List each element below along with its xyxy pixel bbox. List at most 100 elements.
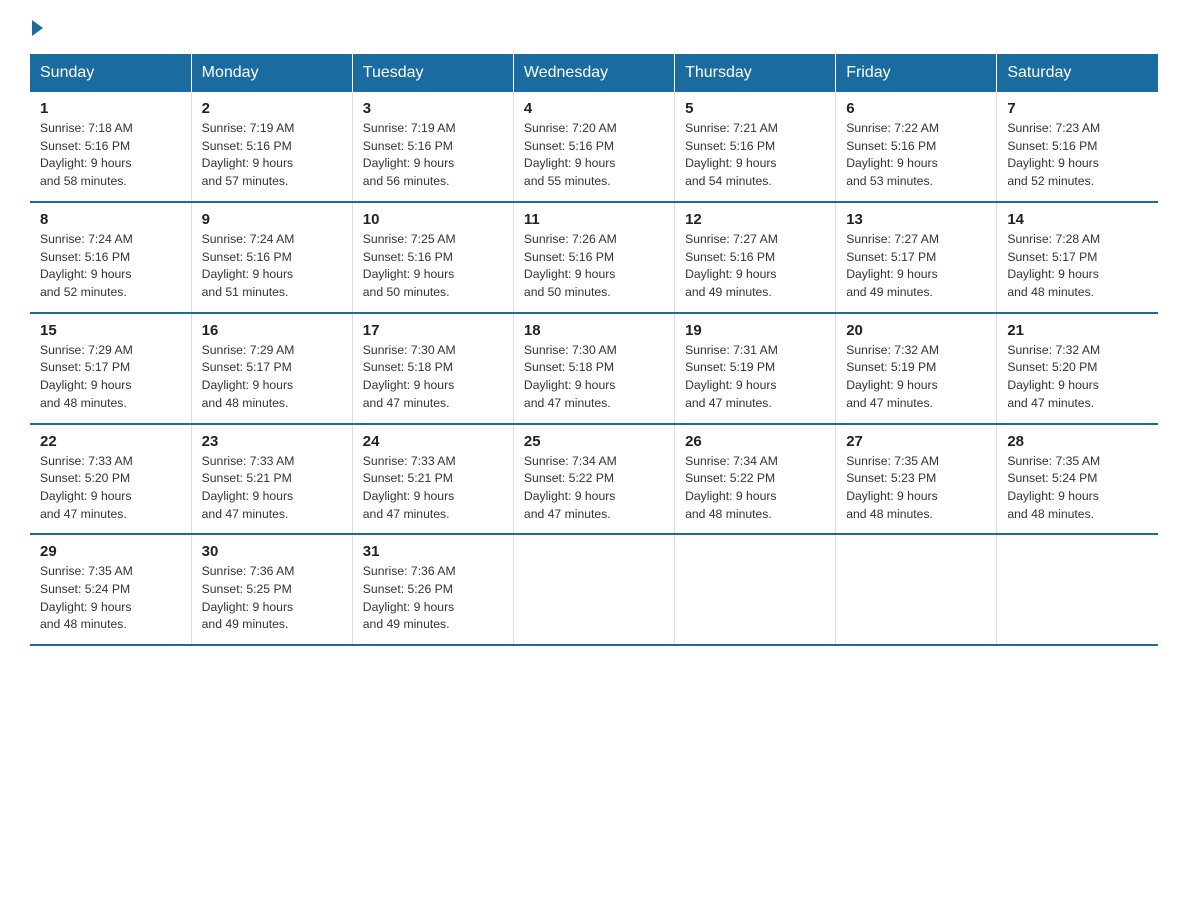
day-info: Sunrise: 7:32 AM Sunset: 5:20 PM Dayligh… [1007,342,1148,413]
day-info: Sunrise: 7:24 AM Sunset: 5:16 PM Dayligh… [40,231,181,302]
day-info: Sunrise: 7:31 AM Sunset: 5:19 PM Dayligh… [685,342,825,413]
calendar-week-5: 29Sunrise: 7:35 AM Sunset: 5:24 PM Dayli… [30,534,1158,645]
day-info: Sunrise: 7:26 AM Sunset: 5:16 PM Dayligh… [524,231,664,302]
calendar-table: SundayMondayTuesdayWednesdayThursdayFrid… [30,54,1158,646]
day-number: 25 [524,433,664,450]
calendar-cell: 5Sunrise: 7:21 AM Sunset: 5:16 PM Daylig… [675,92,836,202]
calendar-cell: 3 Sunrise: 7:19 AM Sunset: 5:16 PM Daylig… [352,92,513,202]
calendar-cell: 15 Sunrise: 7:29 AM Sunset: 5:17 PM Dayli… [30,313,191,424]
calendar-week-1: 1 Sunrise: 7:18 AM Sunset: 5:16 PM Daylig… [30,92,1158,202]
day-number: 27 [846,433,986,450]
day-info: Sunrise: 7:33 AM Sunset: 5:21 PM Dayligh… [202,453,342,524]
day-info: Sunrise: 7:30 AM Sunset: 5:18 PM Dayligh… [524,342,664,413]
calendar-cell: 2 Sunrise: 7:19 AM Sunset: 5:16 PM Daylig… [191,92,352,202]
day-number: 29 [40,543,181,560]
calendar-cell: 8Sunrise: 7:24 AM Sunset: 5:16 PM Daylig… [30,202,191,313]
logo-triangle-icon [32,20,43,36]
calendar-cell: 21 Sunrise: 7:32 AM Sunset: 5:20 PM Dayli… [997,313,1158,424]
weekday-header-thursday: Thursday [675,54,836,92]
day-number: 6 [846,100,986,117]
day-info: Sunrise: 7:18 AM Sunset: 5:16 PM Dayligh… [40,120,181,191]
weekday-header-row: SundayMondayTuesdayWednesdayThursdayFrid… [30,54,1158,92]
day-info: Sunrise: 7:27 AM Sunset: 5:17 PM Dayligh… [846,231,986,302]
day-info: Sunrise: 7:19 AM Sunset: 5:16 PM Dayligh… [202,120,342,191]
calendar-cell: 24 Sunrise: 7:33 AM Sunset: 5:21 PM Dayli… [352,424,513,535]
calendar-cell: 22Sunrise: 7:33 AM Sunset: 5:20 PM Dayli… [30,424,191,535]
logo [30,20,45,36]
calendar-cell: 13 Sunrise: 7:27 AM Sunset: 5:17 PM Dayli… [836,202,997,313]
day-number: 10 [363,211,503,228]
calendar-cell [997,534,1158,645]
day-info: Sunrise: 7:35 AM Sunset: 5:23 PM Dayligh… [846,453,986,524]
calendar-cell: 6Sunrise: 7:22 AM Sunset: 5:16 PM Daylig… [836,92,997,202]
day-number: 15 [40,322,181,339]
calendar-cell: 17 Sunrise: 7:30 AM Sunset: 5:18 PM Dayli… [352,313,513,424]
day-info: Sunrise: 7:29 AM Sunset: 5:17 PM Dayligh… [202,342,342,413]
day-number: 20 [846,322,986,339]
calendar-cell: 29Sunrise: 7:35 AM Sunset: 5:24 PM Dayli… [30,534,191,645]
day-number: 16 [202,322,342,339]
calendar-cell: 28 Sunrise: 7:35 AM Sunset: 5:24 PM Dayli… [997,424,1158,535]
day-info: Sunrise: 7:25 AM Sunset: 5:16 PM Dayligh… [363,231,503,302]
calendar-week-3: 15 Sunrise: 7:29 AM Sunset: 5:17 PM Dayli… [30,313,1158,424]
calendar-cell: 11 Sunrise: 7:26 AM Sunset: 5:16 PM Dayli… [513,202,674,313]
day-number: 19 [685,322,825,339]
calendar-week-2: 8Sunrise: 7:24 AM Sunset: 5:16 PM Daylig… [30,202,1158,313]
day-number: 1 [40,100,181,117]
day-info: Sunrise: 7:19 AM Sunset: 5:16 PM Dayligh… [363,120,503,191]
weekday-header-saturday: Saturday [997,54,1158,92]
calendar-cell: 27 Sunrise: 7:35 AM Sunset: 5:23 PM Dayli… [836,424,997,535]
day-info: Sunrise: 7:34 AM Sunset: 5:22 PM Dayligh… [524,453,664,524]
day-info: Sunrise: 7:33 AM Sunset: 5:21 PM Dayligh… [363,453,503,524]
weekday-header-monday: Monday [191,54,352,92]
calendar-cell: 25 Sunrise: 7:34 AM Sunset: 5:22 PM Dayli… [513,424,674,535]
calendar-cell [675,534,836,645]
day-number: 24 [363,433,503,450]
day-info: Sunrise: 7:32 AM Sunset: 5:19 PM Dayligh… [846,342,986,413]
calendar-week-4: 22Sunrise: 7:33 AM Sunset: 5:20 PM Dayli… [30,424,1158,535]
calendar-cell: 20 Sunrise: 7:32 AM Sunset: 5:19 PM Dayli… [836,313,997,424]
day-info: Sunrise: 7:36 AM Sunset: 5:25 PM Dayligh… [202,563,342,634]
day-number: 12 [685,211,825,228]
day-info: Sunrise: 7:36 AM Sunset: 5:26 PM Dayligh… [363,563,503,634]
day-number: 11 [524,211,664,228]
day-info: Sunrise: 7:35 AM Sunset: 5:24 PM Dayligh… [1007,453,1148,524]
calendar-cell: 9Sunrise: 7:24 AM Sunset: 5:16 PM Daylig… [191,202,352,313]
calendar-cell: 23 Sunrise: 7:33 AM Sunset: 5:21 PM Dayli… [191,424,352,535]
day-info: Sunrise: 7:34 AM Sunset: 5:22 PM Dayligh… [685,453,825,524]
calendar-cell: 1 Sunrise: 7:18 AM Sunset: 5:16 PM Daylig… [30,92,191,202]
day-number: 23 [202,433,342,450]
calendar-body: 1 Sunrise: 7:18 AM Sunset: 5:16 PM Daylig… [30,92,1158,645]
calendar-cell: 26Sunrise: 7:34 AM Sunset: 5:22 PM Dayli… [675,424,836,535]
weekday-header-wednesday: Wednesday [513,54,674,92]
day-number: 13 [846,211,986,228]
weekday-header-sunday: Sunday [30,54,191,92]
day-number: 30 [202,543,342,560]
day-info: Sunrise: 7:29 AM Sunset: 5:17 PM Dayligh… [40,342,181,413]
day-info: Sunrise: 7:30 AM Sunset: 5:18 PM Dayligh… [363,342,503,413]
day-info: Sunrise: 7:27 AM Sunset: 5:16 PM Dayligh… [685,231,825,302]
calendar-cell: 10 Sunrise: 7:25 AM Sunset: 5:16 PM Dayli… [352,202,513,313]
calendar-cell: 4Sunrise: 7:20 AM Sunset: 5:16 PM Daylig… [513,92,674,202]
day-number: 7 [1007,100,1148,117]
calendar-cell: 16 Sunrise: 7:29 AM Sunset: 5:17 PM Dayli… [191,313,352,424]
day-info: Sunrise: 7:21 AM Sunset: 5:16 PM Dayligh… [685,120,825,191]
weekday-header-tuesday: Tuesday [352,54,513,92]
weekday-header-friday: Friday [836,54,997,92]
calendar-cell: 18Sunrise: 7:30 AM Sunset: 5:18 PM Dayli… [513,313,674,424]
day-number: 17 [363,322,503,339]
calendar-cell [513,534,674,645]
day-number: 3 [363,100,503,117]
day-number: 2 [202,100,342,117]
calendar-cell: 12 Sunrise: 7:27 AM Sunset: 5:16 PM Dayli… [675,202,836,313]
day-number: 4 [524,100,664,117]
day-info: Sunrise: 7:33 AM Sunset: 5:20 PM Dayligh… [40,453,181,524]
day-number: 21 [1007,322,1148,339]
day-number: 9 [202,211,342,228]
calendar-cell: 31Sunrise: 7:36 AM Sunset: 5:26 PM Dayli… [352,534,513,645]
calendar-cell: 30 Sunrise: 7:36 AM Sunset: 5:25 PM Dayli… [191,534,352,645]
day-number: 14 [1007,211,1148,228]
day-number: 28 [1007,433,1148,450]
calendar-cell: 19 Sunrise: 7:31 AM Sunset: 5:19 PM Dayli… [675,313,836,424]
day-info: Sunrise: 7:23 AM Sunset: 5:16 PM Dayligh… [1007,120,1148,191]
